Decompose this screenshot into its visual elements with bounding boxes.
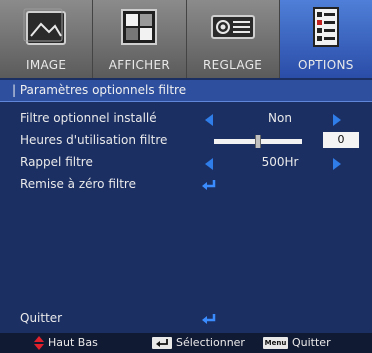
breadcrumb-text: | Paramètres optionnels filtre [12,83,187,97]
breadcrumb: | Paramètres optionnels filtre [0,80,372,102]
up-down-icon [34,336,44,350]
tab-image[interactable]: IMAGE [0,0,94,78]
footer-quit-text: Quitter [292,336,331,349]
tab-image-label: IMAGE [25,58,67,72]
filter-reminder-value: 500Hr [261,155,299,169]
filter-hours-value: 0 [323,132,359,148]
tab-reglage[interactable]: REGLAGE [187,0,280,78]
display-icon [121,9,158,45]
arrow-left-icon[interactable] [205,158,213,170]
row-filter-hours[interactable]: Heures d'utilisation filtre 0 [0,130,372,152]
row-filter-reset[interactable]: Remise à zéro filtre [0,174,372,196]
enter-icon[interactable] [202,314,217,326]
arrow-right-icon[interactable] [333,158,341,170]
footer-nav-text: Haut Bas [48,336,98,349]
projector-icon [210,15,255,39]
quit-label: Quitter [20,311,63,325]
tab-reglage-label: REGLAGE [203,58,263,72]
filter-installed-value: Non [268,111,292,125]
arrow-right-icon[interactable] [333,114,341,126]
row-quit[interactable]: Quitter [0,308,372,330]
filter-reset-label: Remise à zéro filtre [20,177,136,191]
enter-icon[interactable] [202,180,217,192]
tab-afficher-label: AFFICHER [108,58,171,72]
filter-installed-label: Filtre optionnel installé [20,111,157,125]
tab-options[interactable]: OPTIONS [279,0,372,78]
options-icon [312,7,339,47]
menu-key-icon: Menu [263,337,288,349]
arrow-left-icon[interactable] [205,114,213,126]
tab-afficher[interactable]: AFFICHER [93,0,187,78]
footer-help-bar: Haut Bas Sélectionner Menu Quitter [0,333,372,353]
enter-key-icon [152,337,172,349]
row-filter-installed[interactable]: Filtre optionnel installé Non [0,108,372,130]
slider-handle[interactable] [255,135,261,148]
tab-options-label: OPTIONS [298,58,354,72]
filter-hours-slider[interactable] [214,135,302,148]
row-filter-reminder[interactable]: Rappel filtre 500Hr [0,152,372,174]
image-icon [23,8,67,45]
footer-select-text: Sélectionner [176,336,245,349]
osd-menu: IMAGE AFFICHER REGLAGE OPTIONS | Paramèt… [0,0,372,353]
filter-reminder-label: Rappel filtre [20,155,93,169]
filter-hours-label: Heures d'utilisation filtre [20,133,168,147]
tab-bar: IMAGE AFFICHER REGLAGE OPTIONS [0,0,372,78]
